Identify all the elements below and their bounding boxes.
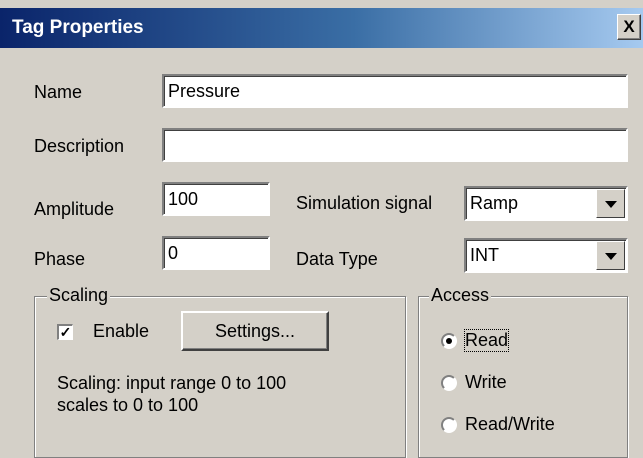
chevron-down-icon[interactable]	[596, 189, 625, 218]
name-input[interactable]: Pressure	[162, 74, 628, 108]
access-group-title: Access	[429, 285, 492, 306]
settings-button[interactable]: Settings...	[181, 311, 329, 351]
access-write-radio[interactable]	[441, 375, 457, 391]
close-button[interactable]: X	[617, 14, 641, 40]
dialog-title: Tag Properties	[12, 17, 144, 38]
scaling-group: Scaling ✓ Enable Settings... Scaling: in…	[34, 285, 406, 458]
amplitude-label: Amplitude	[34, 199, 115, 219]
simulation-signal-label: Simulation signal	[296, 193, 433, 213]
tag-properties-dialog: Tag Properties X Name Pressure Descripti…	[0, 0, 643, 458]
check-icon: ✓	[59, 324, 72, 340]
title-bar[interactable]: Tag Properties X	[0, 8, 643, 48]
data-type-select[interactable]: INT	[464, 238, 628, 273]
access-read-write-label[interactable]: Read/Write	[465, 414, 555, 435]
radio-selected-dot	[446, 338, 452, 344]
enable-checkbox[interactable]: ✓	[57, 324, 73, 340]
data-type-label: Data Type	[296, 249, 378, 269]
enable-label[interactable]: Enable	[93, 321, 149, 342]
data-type-value: INT	[470, 245, 499, 265]
phase-label: Phase	[34, 249, 86, 269]
access-write-label[interactable]: Write	[465, 372, 507, 393]
access-read-radio[interactable]	[441, 333, 457, 349]
description-input[interactable]	[162, 128, 628, 162]
chevron-down-icon[interactable]	[596, 241, 625, 270]
name-label: Name	[34, 82, 83, 102]
access-group: Access Read Write Read/Write	[418, 285, 628, 458]
phase-input[interactable]: 0	[162, 236, 270, 270]
simulation-signal-value: Ramp	[470, 193, 519, 213]
close-icon: X	[623, 17, 635, 36]
simulation-signal-select[interactable]: Ramp	[464, 186, 628, 221]
amplitude-input[interactable]: 100	[162, 182, 270, 216]
scaling-group-title: Scaling	[47, 285, 111, 306]
scaling-info-line-1: Scaling: input range 0 to 100	[57, 373, 287, 393]
access-read-write-radio[interactable]	[441, 417, 457, 433]
description-label: Description	[34, 136, 125, 156]
scaling-info-line-2: scales to 0 to 100	[57, 395, 199, 415]
access-read-label[interactable]: Read	[463, 329, 510, 352]
